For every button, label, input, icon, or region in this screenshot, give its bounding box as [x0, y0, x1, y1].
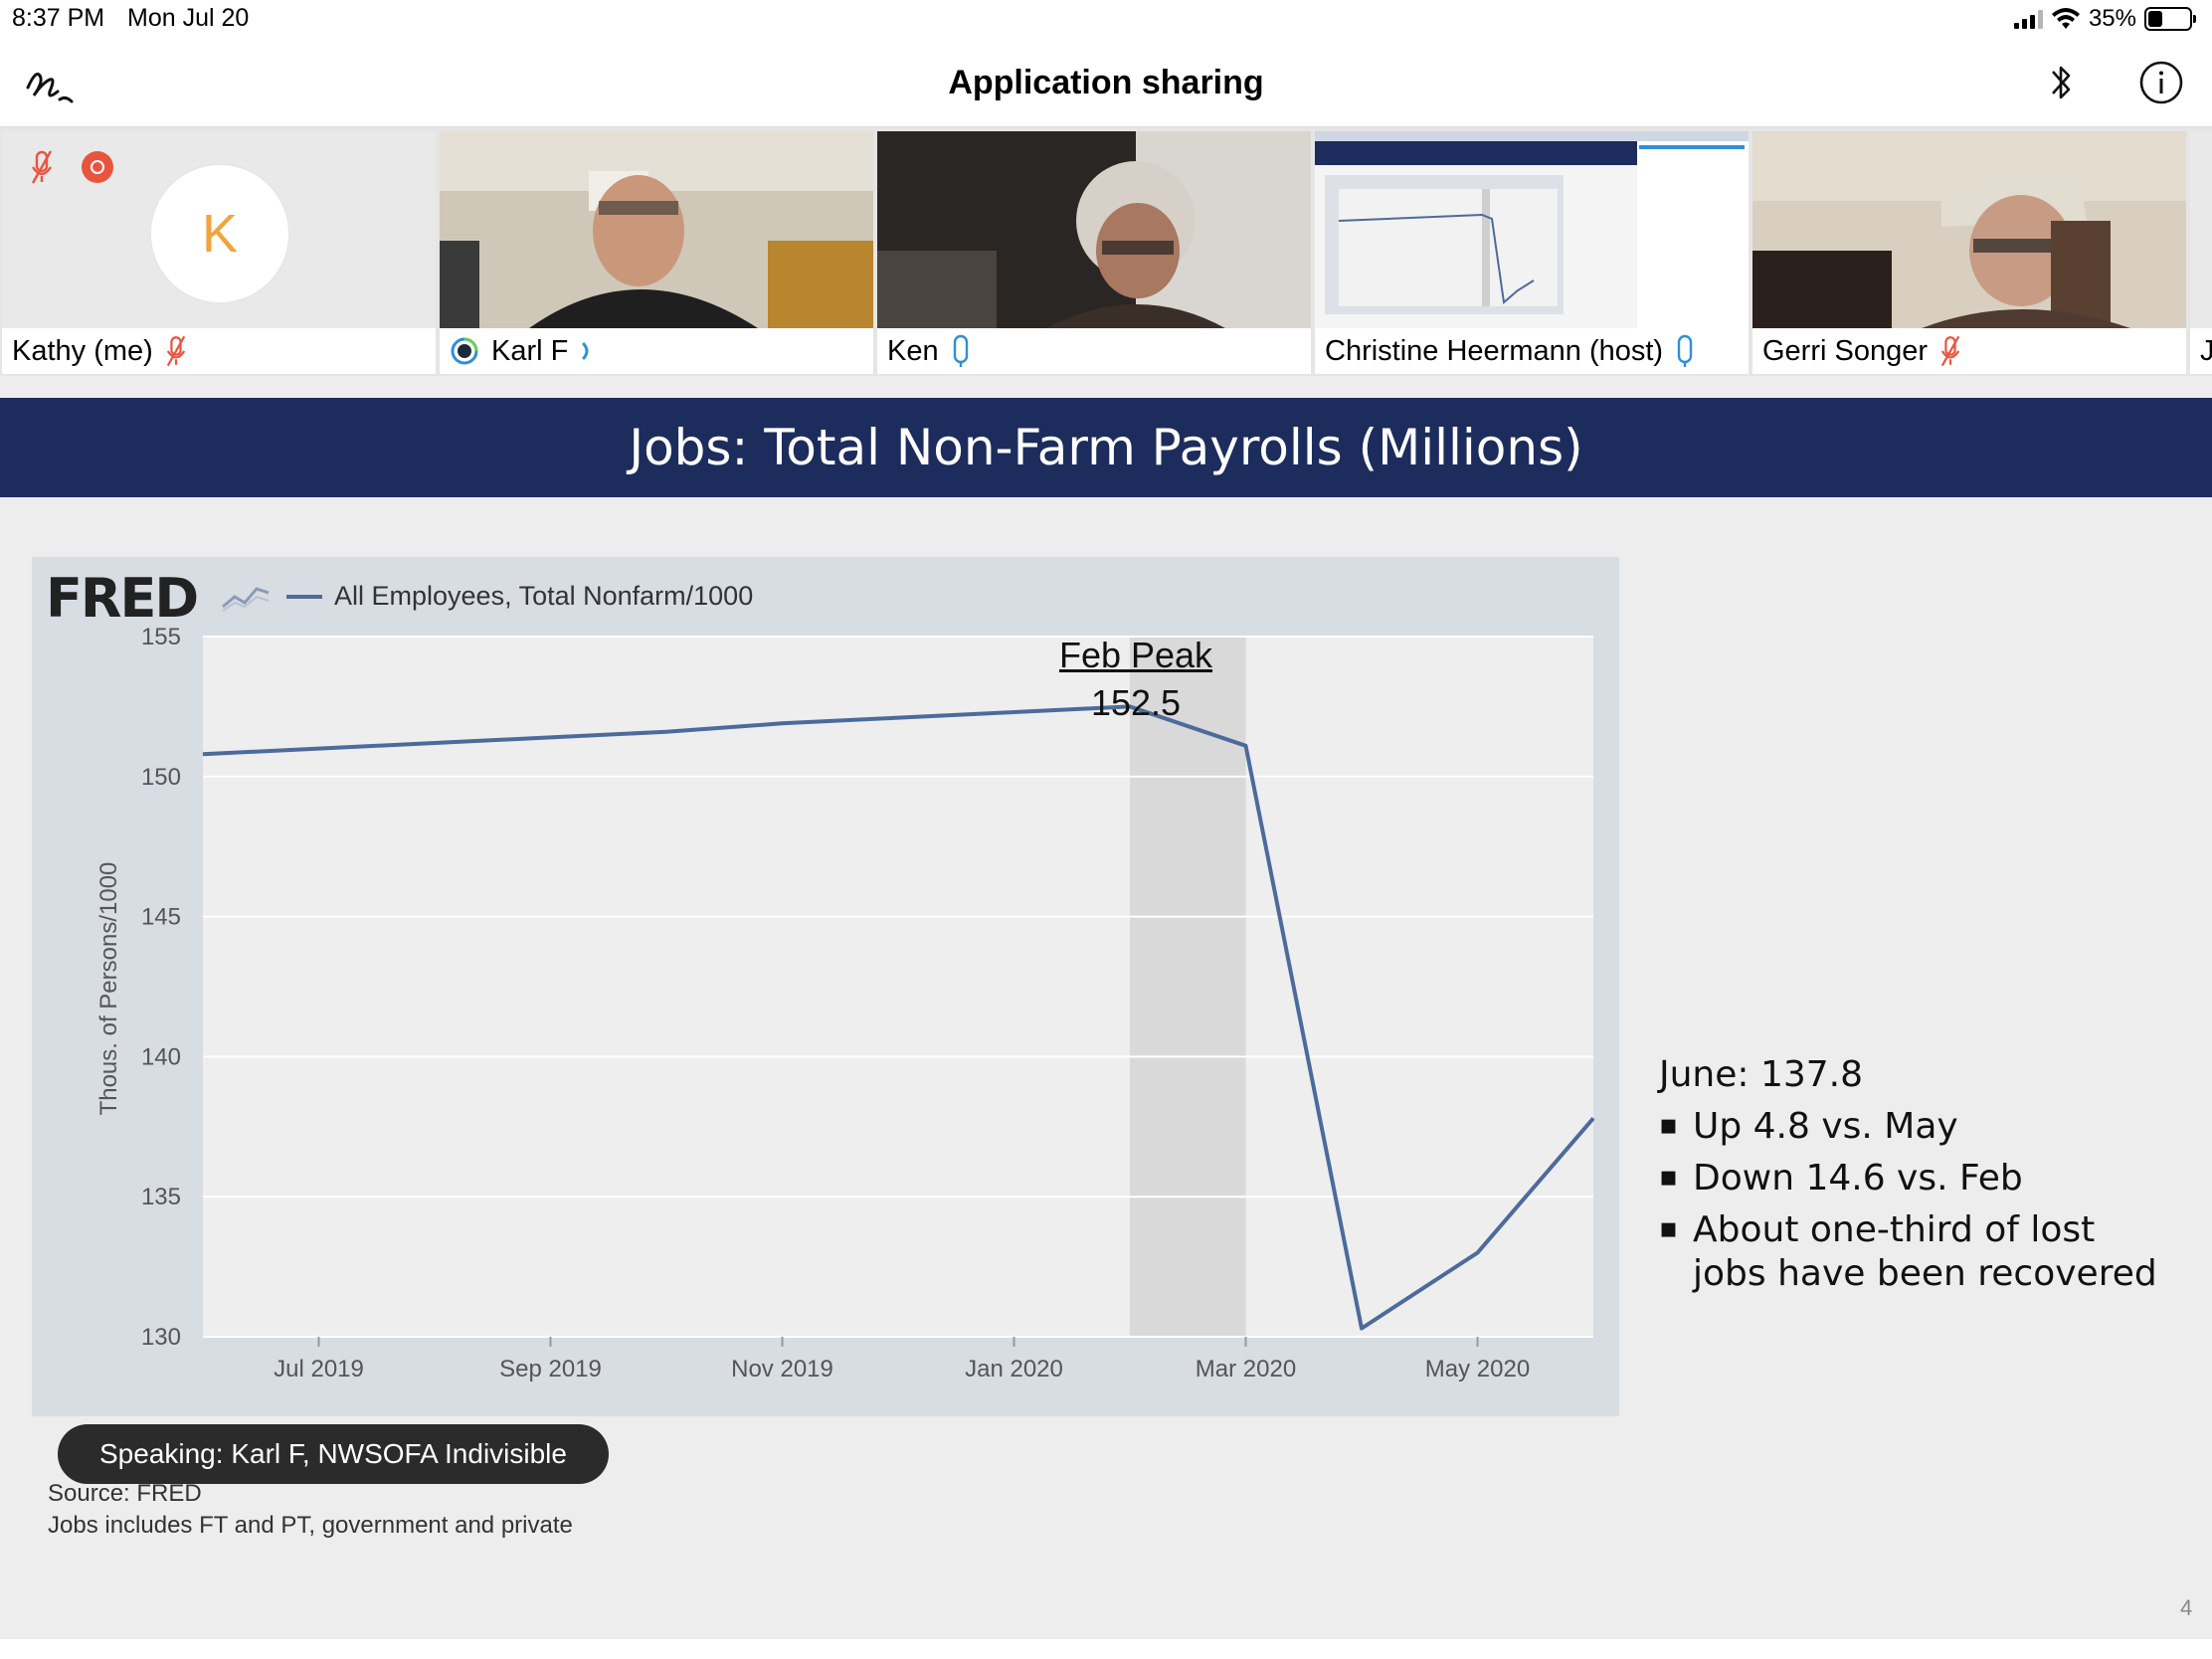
participant-name-bar: Christine Heermann (host): [1315, 328, 1749, 374]
x-tick-label: Jul 2019: [274, 1356, 364, 1382]
battery-icon: [2144, 7, 2196, 31]
mic-icon: [953, 334, 968, 367]
page-number: 4: [2180, 1595, 2193, 1620]
x-tick-label: Nov 2019: [731, 1356, 833, 1382]
y-tick-label: 155: [141, 624, 181, 650]
participant-name-bar: Ken: [877, 328, 1311, 374]
y-tick-label: 150: [141, 764, 181, 791]
participant-name: Christine Heermann (host): [1325, 334, 1664, 367]
info-icon[interactable]: [2138, 60, 2184, 105]
mic-icon: [1677, 334, 1693, 367]
list-item: Up 4.8 vs. May: [1659, 1103, 2157, 1149]
shared-slide: Jobs: Total Non-Farm Payrolls (Millions)…: [0, 376, 2212, 1639]
x-tick-label: Sep 2019: [499, 1356, 602, 1382]
participant-name-bar: Kathy (me): [2, 328, 436, 374]
x-tick-label: Mar 2020: [1196, 1356, 1296, 1382]
list-item-text: Down 14.6 vs. Feb: [1693, 1158, 2023, 1198]
notes-head: June: 137.8: [1659, 1054, 1864, 1095]
list-item-text: About one-third of lost: [1693, 1209, 2096, 1250]
participant-name: Gerri Songer: [1762, 334, 1929, 367]
participant-tile-kathy[interactable]: K Kathy (me): [2, 131, 436, 374]
participant-video: [440, 131, 873, 328]
slide-notes: June: 137.8 Up 4.8 vs. May Down 14.6 vs.…: [1659, 1054, 2157, 1304]
participant-name-bar: Gerri Songer: [1752, 328, 2186, 374]
nav-bar: Application sharing: [0, 40, 2212, 127]
recording-icon: [82, 151, 113, 183]
status-bar: 8:37 PM Mon Jul 20 35%: [0, 0, 2212, 40]
avatar: K: [149, 163, 290, 304]
notes-list: Up 4.8 vs. May Down 14.6 vs. Feb About o…: [1659, 1103, 2157, 1296]
loading-ring-icon: [451, 337, 478, 365]
list-item-text: Up 4.8 vs. May: [1693, 1106, 1958, 1147]
fred-chart-panel: FRED All Employees, Total Nonfarm/1000 T…: [32, 557, 1619, 1416]
participant-name-bar: Karl F: [440, 328, 873, 374]
participant-name: Ken: [887, 334, 939, 367]
participant-video: [1752, 131, 2186, 328]
participant-screen-share: [1315, 131, 1749, 328]
status-right: 35%: [2013, 5, 2196, 33]
wifi-icon: [2051, 8, 2080, 29]
status-date: Mon Jul 20: [127, 4, 250, 32]
participant-name: Karl F: [491, 334, 569, 367]
participant-tile-karl[interactable]: Karl F: [440, 131, 873, 374]
cellular-signal-icon: [2013, 9, 2043, 29]
nav-title: Application sharing: [948, 64, 1264, 101]
line-chart: 155 150 145 140 135 130 Jul 2019 Sep 2019 Nov 20…: [141, 624, 1595, 1382]
participant-strip: K Kathy (me) Karl F Ken Christine Heerma…: [0, 127, 2212, 376]
plot-area: [203, 637, 1593, 1337]
list-item-text: jobs have been recovered: [1693, 1253, 2157, 1294]
speaking-indicator-icon: [582, 342, 589, 360]
y-tick-label: 135: [141, 1184, 181, 1210]
source-note: Source: FRED Jobs includes FT and PT, go…: [48, 1478, 573, 1542]
bluetooth-icon[interactable]: [2041, 58, 2081, 107]
muted-mic-icon: [1940, 335, 1960, 367]
x-tick-label: May 2020: [1425, 1356, 1530, 1382]
y-tick-label: 130: [141, 1324, 181, 1351]
list-item: Down 14.6 vs. Feb: [1659, 1155, 2157, 1200]
participant-name: J: [2200, 334, 2212, 367]
participant-tile-ken[interactable]: Ken: [877, 131, 1311, 374]
slide-title: Jobs: Total Non-Farm Payrolls (Millions): [0, 398, 2212, 497]
y-tick-label: 140: [141, 1043, 181, 1070]
annotation-title: Feb Peak: [1058, 635, 1213, 675]
feb-peak-annotation: Feb Peak 152.5: [1046, 635, 1225, 724]
source-line: Jobs includes FT and PT, government and …: [48, 1512, 573, 1539]
list-item: About one-third of lost jobs have been r…: [1659, 1206, 2157, 1296]
participant-tile-christine[interactable]: Christine Heermann (host): [1315, 131, 1749, 374]
speaking-banner: Speaking: Karl F, NWSOFA Indivisible: [58, 1424, 609, 1484]
participant-name-bar: J: [2190, 328, 2212, 374]
y-tick-label: 145: [141, 904, 181, 931]
battery-percent: 35%: [2088, 5, 2136, 32]
annotation-value: 152.5: [1090, 682, 1182, 723]
participant-tile-partial[interactable]: J: [2190, 131, 2212, 374]
participant-tile-gerri[interactable]: Gerri Songer: [1752, 131, 2186, 374]
status-time: 8:37 PM: [12, 4, 105, 32]
muted-mic-icon: [31, 150, 53, 184]
participant-name: Kathy (me): [12, 334, 153, 367]
participant-video: [877, 131, 1311, 328]
muted-mic-icon: [166, 335, 186, 367]
x-tick-label: Jan 2020: [965, 1356, 1063, 1382]
